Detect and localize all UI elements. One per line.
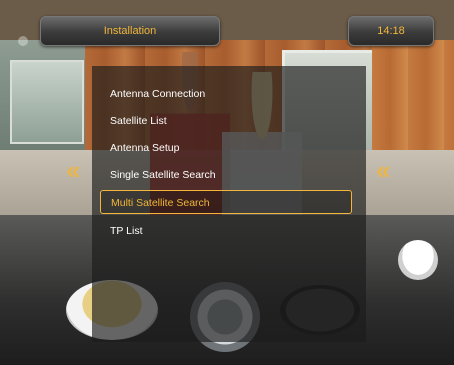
double-chevron-right-icon[interactable]: « bbox=[376, 155, 390, 186]
header-bar: Installation 14:18 bbox=[0, 0, 454, 46]
menu-item-satellite-list[interactable]: Satellite List bbox=[104, 109, 342, 133]
menu-item-multi-satellite-search[interactable]: Multi Satellite Search bbox=[100, 190, 352, 214]
menu-item-antenna-setup[interactable]: Antenna Setup bbox=[104, 136, 342, 160]
menu-item-label: Satellite List bbox=[110, 115, 167, 127]
menu-item-label: Multi Satellite Search bbox=[111, 197, 210, 209]
menu-item-tp-list[interactable]: TP List bbox=[104, 219, 342, 243]
screen-title-text: Installation bbox=[103, 25, 157, 37]
clock: 14:18 bbox=[348, 16, 434, 46]
menu-item-label: Single Satellite Search bbox=[110, 169, 216, 181]
screen-title: Installation bbox=[40, 16, 220, 46]
menu-item-single-satellite-search[interactable]: Single Satellite Search bbox=[104, 163, 342, 187]
background-cup bbox=[398, 240, 438, 280]
menu-item-label: Antenna Connection bbox=[110, 88, 206, 100]
menu-item-antenna-connection[interactable]: Antenna Connection bbox=[104, 82, 342, 106]
background-shelf bbox=[10, 60, 84, 144]
menu-item-label: TP List bbox=[110, 225, 143, 237]
menu-item-label: Antenna Setup bbox=[110, 142, 180, 154]
double-chevron-left-icon[interactable]: « bbox=[66, 155, 80, 186]
installation-menu: Antenna Connection Satellite List Antenn… bbox=[92, 66, 366, 342]
clock-time: 14:18 bbox=[377, 25, 405, 37]
logo-icon bbox=[18, 36, 28, 46]
